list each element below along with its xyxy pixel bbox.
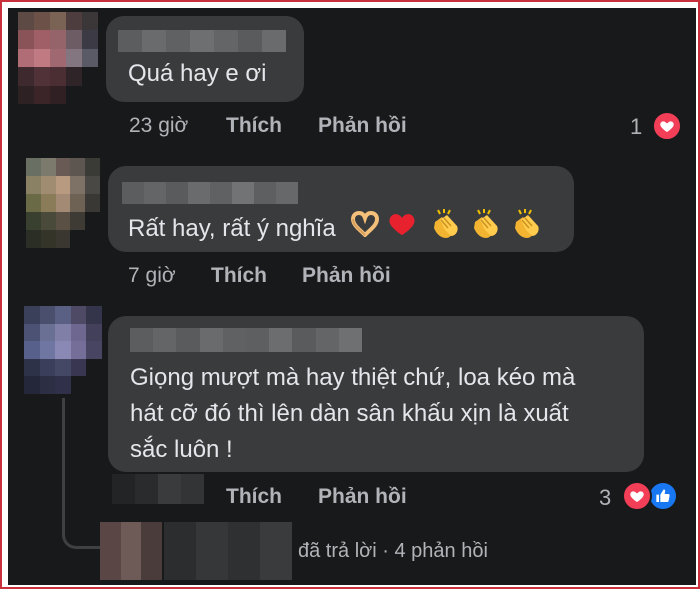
reply-button[interactable]: Phản hồi xyxy=(318,114,407,138)
comment-text-content: Rất hay, rất ý nghĩa xyxy=(128,214,336,242)
comment-text-line-1: Giọng mượt mà hay thiệt chứ, loa kéo mà xyxy=(130,364,576,391)
clapping-hands-emoji xyxy=(468,208,502,251)
comment-time-blurred[interactable] xyxy=(112,474,204,504)
comment-section: Quá hay e ơi 23 giờ Thích Phản hồi 1 Rất… xyxy=(8,8,696,585)
like-icon[interactable] xyxy=(648,481,678,511)
like-button[interactable]: Thích xyxy=(226,114,282,138)
heart-icon[interactable] xyxy=(622,481,652,511)
comment-text-line-3: sắc luôn ! xyxy=(130,436,233,463)
heart-icon[interactable] xyxy=(652,111,682,141)
commenter-name-blurred[interactable] xyxy=(130,328,363,352)
comment-bubble[interactable]: Quá hay e ơi xyxy=(106,16,304,102)
reaction-count[interactable]: 3 xyxy=(599,485,611,511)
avatar[interactable] xyxy=(26,158,100,248)
reply-summary[interactable]: đã trả lời · 4 phản hồi xyxy=(298,540,488,563)
reply-author-name-blurred[interactable] xyxy=(164,522,292,580)
comment-time[interactable]: 23 giờ xyxy=(129,114,188,138)
replied-label: đã trả lời xyxy=(298,540,377,562)
avatar[interactable] xyxy=(18,12,98,104)
reply-count: 4 phản hồi xyxy=(394,540,488,562)
like-button[interactable]: Thích xyxy=(226,485,282,509)
reply-thread-line xyxy=(62,398,103,549)
separator: · xyxy=(382,540,389,562)
commenter-name-blurred[interactable] xyxy=(122,182,298,204)
comment-text: Quá hay e ơi xyxy=(128,60,267,87)
heart-hands-emoji xyxy=(350,210,380,248)
like-button[interactable]: Thích xyxy=(211,264,267,288)
comment-bubble[interactable]: Giọng mượt mà hay thiệt chứ, loa kéo mà … xyxy=(108,316,644,472)
avatar[interactable] xyxy=(24,306,102,394)
red-heart-emoji xyxy=(387,210,417,249)
comment-time[interactable]: 7 giờ xyxy=(128,264,176,288)
screenshot-frame: Quá hay e ơi 23 giờ Thích Phản hồi 1 Rất… xyxy=(0,0,700,589)
reaction-count[interactable]: 1 xyxy=(630,114,642,140)
commenter-name-blurred[interactable] xyxy=(118,30,286,52)
comment-text: Rất hay, rất ý nghĩa xyxy=(128,208,543,251)
comment-bubble[interactable]: Rất hay, rất ý nghĩa xyxy=(108,166,574,252)
reply-button[interactable]: Phản hồi xyxy=(302,264,391,288)
clapping-hands-emoji xyxy=(509,208,543,251)
comment-text-line-2: hát cỡ đó thì lên dàn sân khấu xịn là xu… xyxy=(130,400,569,427)
reply-button[interactable]: Phản hồi xyxy=(318,485,407,509)
clapping-hands-emoji xyxy=(428,208,462,251)
reply-author-avatar-blurred[interactable] xyxy=(100,522,163,580)
